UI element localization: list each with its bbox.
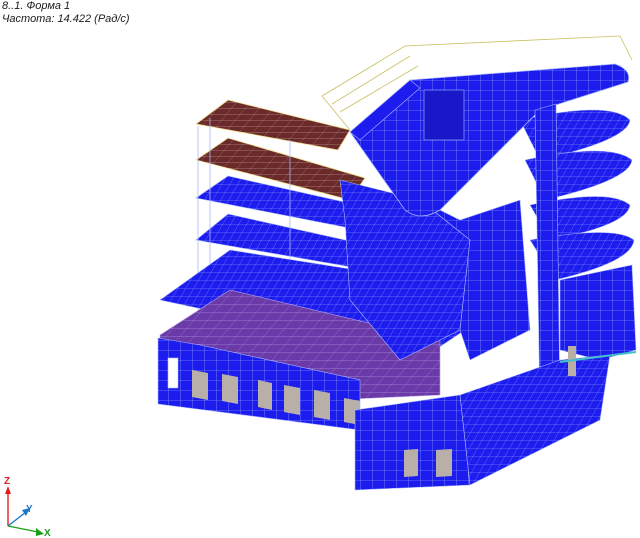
axis-y-label: Y <box>26 504 33 515</box>
axis-z-label: Z <box>4 476 10 487</box>
model-viewport[interactable]: Z Y X <box>0 0 640 538</box>
axis-triad: Z Y X <box>4 476 51 538</box>
axis-x-label: X <box>44 528 51 538</box>
